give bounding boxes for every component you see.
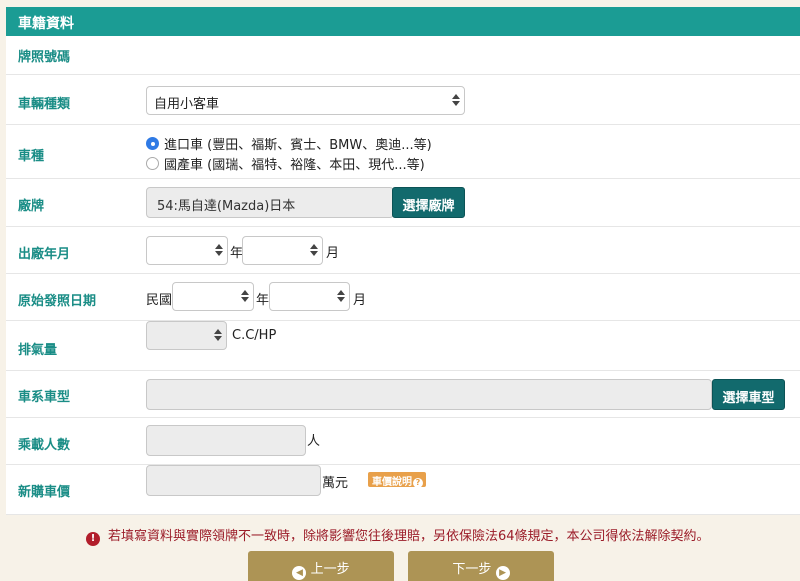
manufacture-year-select[interactable] bbox=[146, 236, 228, 265]
displacement-select[interactable] bbox=[146, 321, 227, 350]
select-arrows-icon bbox=[310, 243, 318, 257]
displacement-label: 排氣量 bbox=[18, 343, 58, 358]
prev-step-button[interactable]: ◀ 上一步 bbox=[248, 551, 394, 581]
select-arrows-icon bbox=[337, 289, 345, 303]
manufacture-date-row: 出廠年月 年 月 bbox=[6, 227, 800, 274]
price-input[interactable] bbox=[146, 465, 321, 496]
manufacture-date-label: 出廠年月 bbox=[18, 247, 71, 262]
vehicle-type-value: 自用小客車 bbox=[154, 97, 220, 112]
vehicle-type-label: 車輛種類 bbox=[18, 97, 71, 112]
manufacture-month-select[interactable] bbox=[242, 236, 323, 265]
model-row: 車系車型 選擇車型 bbox=[6, 371, 800, 418]
select-arrows-icon bbox=[215, 243, 223, 257]
warning-text: 若填寫資料與實際領牌不一致時，除將影響您往後理賠，另依保險法64條規定，本公司得… bbox=[108, 529, 710, 544]
radio-domestic[interactable] bbox=[146, 157, 159, 170]
prev-step-label: 上一步 bbox=[310, 562, 350, 577]
price-help-label: 車價說明 bbox=[372, 477, 412, 488]
car-kind-label: 車種 bbox=[18, 149, 45, 164]
price-row: 新購車價 萬元 車價說明? bbox=[6, 465, 800, 515]
plate-label: 牌照號碼 bbox=[18, 50, 71, 65]
select-model-button[interactable]: 選擇車型 bbox=[712, 379, 785, 410]
question-icon: ? bbox=[413, 478, 423, 488]
model-input[interactable] bbox=[146, 379, 712, 410]
car-kind-row: 車種 進口車 (豐田、福斯、賓士、BMW、奧迪...等) 國產車 (國瑞、福特、… bbox=[6, 125, 800, 179]
first-reg-date-row: 原始發照日期 民國 年 月 bbox=[6, 274, 800, 321]
brand-label: 廠牌 bbox=[18, 199, 45, 214]
seats-label: 乘載人數 bbox=[18, 438, 71, 453]
next-step-button[interactable]: 下一步 ▶ bbox=[408, 551, 554, 581]
brand-input[interactable]: 54:馬自達(Mazda)日本 bbox=[146, 187, 394, 218]
price-help-badge[interactable]: 車價說明? bbox=[368, 472, 426, 488]
next-step-label: 下一步 bbox=[452, 562, 492, 577]
vehicle-type-select[interactable]: 自用小客車 bbox=[146, 86, 465, 115]
model-label: 車系車型 bbox=[18, 390, 71, 405]
month-suffix: 月 bbox=[326, 246, 340, 261]
radio-domestic-label: 國產車 (國瑞、福特、裕隆、本田、現代...等) bbox=[164, 158, 425, 173]
first-reg-year-select[interactable] bbox=[172, 282, 254, 311]
vehicle-type-row: 車輛種類 自用小客車 bbox=[6, 75, 800, 125]
price-label: 新購車價 bbox=[18, 485, 71, 500]
vehicle-registration-card: 車籍資料 牌照號碼 車輛種類 自用小客車 車種 進口車 (豐田、福斯、賓士、BM… bbox=[6, 7, 800, 515]
brand-row: 廠牌 54:馬自達(Mazda)日本 選擇廠牌 bbox=[6, 179, 800, 227]
section-title: 車籍資料 bbox=[6, 7, 800, 36]
displacement-unit: C.C/HP bbox=[232, 328, 277, 343]
seats-input[interactable] bbox=[146, 425, 306, 456]
seats-row: 乘載人數 人 bbox=[6, 418, 800, 465]
warning-icon: ! bbox=[86, 532, 100, 546]
select-brand-button[interactable]: 選擇廠牌 bbox=[392, 187, 465, 218]
displacement-row: 排氣量 C.C/HP bbox=[6, 321, 800, 371]
arrow-left-icon: ◀ bbox=[292, 566, 307, 580]
first-reg-month-select[interactable] bbox=[269, 282, 350, 311]
radio-imported[interactable] bbox=[146, 137, 159, 150]
seats-unit: 人 bbox=[307, 434, 321, 449]
first-reg-date-label: 原始發照日期 bbox=[18, 294, 97, 309]
roc-prefix: 民國 bbox=[146, 293, 173, 308]
price-unit: 萬元 bbox=[322, 476, 349, 491]
radio-imported-label: 進口車 (豐田、福斯、賓士、BMW、奧迪...等) bbox=[164, 138, 432, 153]
warning-message: ! 若填寫資料與實際領牌不一致時，除將影響您往後理賠，另依保險法64條規定，本公司… bbox=[86, 525, 710, 546]
select-arrows-icon bbox=[452, 93, 460, 107]
plate-row: 牌照號碼 bbox=[6, 36, 800, 75]
select-arrows-icon bbox=[241, 289, 249, 303]
year-suffix: 年 bbox=[256, 293, 270, 308]
arrow-right-icon: ▶ bbox=[495, 566, 510, 580]
select-arrows-icon bbox=[214, 328, 222, 342]
month-suffix: 月 bbox=[353, 293, 367, 308]
